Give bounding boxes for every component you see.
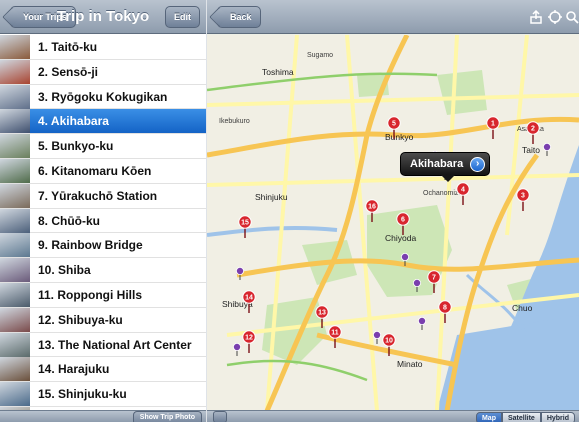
list-item[interactable]: 14. Harajuku: [0, 357, 206, 383]
list-toolbar: Show Trip Photo: [0, 410, 206, 422]
place-thumbnail: [0, 282, 30, 307]
edit-button[interactable]: Edit: [165, 6, 200, 28]
map-label-chuo: Chuo: [512, 303, 533, 313]
list-item-label: 8. Chūō-ku: [38, 213, 100, 228]
trip-list-pane: Your Trips Trip in Tokyo Edit 1. Taitō-k…: [0, 0, 206, 422]
list-item[interactable]: 1. Taitō-ku: [0, 35, 206, 60]
place-thumbnail: [0, 158, 30, 183]
list-item-label: 3. Ryōgoku Kokugikan: [38, 89, 168, 104]
map-pin-label: 4: [461, 187, 465, 194]
place-thumbnail: [0, 59, 30, 84]
list-item-label: 11. Roppongi Hills: [38, 287, 143, 302]
place-thumbnail: [0, 134, 30, 159]
map-type-map[interactable]: Map: [475, 412, 502, 422]
list-navbar: Your Trips Trip in Tokyo Edit: [0, 0, 206, 34]
show-trip-photo-button[interactable]: Show Trip Photo: [132, 411, 202, 422]
list-item[interactable]: 2. Sensō-ji: [0, 59, 206, 85]
map-pin-label: 8: [443, 305, 447, 312]
list-item[interactable]: 5. Bunkyo-ku: [0, 134, 206, 159]
map-toolbar: Map Satellite Hybrid: [207, 410, 579, 422]
list-item-label: 6. Kitanomaru Kōen: [38, 163, 152, 178]
map-pin-label: 7: [432, 275, 436, 282]
list-item-label: 1. Taitō-ku: [38, 40, 98, 54]
disclosure-info-icon[interactable]: ›: [470, 157, 486, 172]
map-label-toshima: Toshima: [262, 67, 294, 77]
list-item[interactable]: 3. Ryōgoku Kokugikan: [0, 84, 206, 110]
map-label-ochanomizu: Ochanomizu: [423, 190, 462, 197]
list-item[interactable]: 8. Chūō-ku: [0, 208, 206, 234]
map-pin-label: 3: [521, 193, 525, 200]
place-thumbnail: [0, 84, 30, 109]
map-pane: Back Toshima Bunkyo Taito Shinjuku Chiyo…: [207, 0, 579, 422]
place-thumbnail: [0, 332, 30, 357]
back-button[interactable]: Back: [217, 6, 261, 28]
search-icon[interactable]: [565, 10, 579, 24]
list-item-label: 4. Akihabara: [38, 114, 109, 129]
map-label-taito: Taito: [522, 145, 540, 155]
map-pin-label: 5: [392, 121, 396, 128]
list-item[interactable]: 12. Shibuya-ku: [0, 307, 206, 333]
map-pin-label: 16: [368, 204, 376, 211]
map-label-minato: Minato: [397, 359, 423, 369]
map-navbar: Back: [207, 0, 579, 34]
map-pin-label: 14: [245, 295, 253, 302]
list-item-label: 5. Bunkyo-ku: [38, 139, 114, 154]
map-pin-label: 2: [531, 126, 535, 133]
place-thumbnail: [0, 233, 30, 258]
list-item[interactable]: 7. Yūrakuchō Station: [0, 183, 206, 209]
list-item-label: 13. The National Art Center: [38, 337, 192, 352]
map-pin-label: 6: [401, 217, 405, 224]
list-item-label: 7. Yūrakuchō Station: [38, 188, 158, 203]
list-item[interactable]: 11. Roppongi Hills: [0, 282, 206, 308]
list-item[interactable]: 6. Kitanomaru Kōen: [0, 158, 206, 184]
place-thumbnail: [0, 382, 30, 407]
map-label-chiyoda: Chiyoda: [385, 233, 416, 243]
map-label-shinjuku: Shinjuku: [255, 192, 288, 202]
list-item[interactable]: 10. Shiba: [0, 258, 206, 283]
list-item-label: 12. Shibuya-ku: [38, 312, 123, 327]
list-item[interactable]: 15. Shinjuku-ku: [0, 382, 206, 407]
place-thumbnail: [0, 307, 30, 332]
map-view[interactable]: Toshima Bunkyo Taito Shinjuku Chiyoda Sh…: [207, 35, 579, 411]
map-pin-label: 10: [385, 338, 393, 345]
list-item-label: 2. Sensō-ji: [38, 64, 99, 79]
map-label-sugamo: Sugamo: [307, 52, 333, 59]
map-pin-label: 15: [241, 220, 249, 227]
map-label-ikebukuro: Ikebukuro: [219, 118, 250, 125]
map-type-hybrid[interactable]: Hybrid: [540, 412, 575, 422]
list-item[interactable]: 13. The National Art Center: [0, 332, 206, 358]
place-list: 1. Taitō-ku 2. Sensō-ji 3. Ryōgoku Kokugik…: [0, 35, 206, 419]
map-pin-label: 13: [318, 310, 326, 317]
location-icon[interactable]: [548, 10, 562, 24]
list-item-label: 14. Harajuku: [38, 362, 110, 377]
list-item-label: 9. Rainbow Bridge: [38, 238, 143, 253]
list-item[interactable]: 9. Rainbow Bridge: [0, 233, 206, 259]
place-thumbnail: [0, 208, 30, 233]
place-thumbnail: [0, 109, 30, 134]
map-pin-label: 11: [331, 330, 339, 337]
akihabara-callout[interactable]: Akihabara ›: [400, 152, 491, 182]
place-thumbnail: [0, 183, 30, 208]
map-type-control: Map Satellite Hybrid: [475, 412, 575, 422]
place-thumbnail: [0, 258, 30, 283]
callout-title: Akihabara: [410, 158, 464, 170]
list-item[interactable]: 4. Akihabara: [0, 109, 206, 135]
map-type-satellite[interactable]: Satellite: [501, 412, 541, 422]
list-item-label: 15. Shinjuku-ku: [38, 387, 127, 402]
place-thumbnail: [0, 35, 30, 59]
current-location-button[interactable]: [213, 411, 227, 422]
map-pin-label: 12: [245, 335, 253, 342]
place-thumbnail: [0, 357, 30, 382]
share-icon[interactable]: [529, 10, 543, 24]
list-item-label: 10. Shiba: [38, 263, 91, 278]
map-label-bunkyo: Bunkyo: [385, 132, 414, 142]
map-pin-label: 1: [491, 121, 495, 128]
